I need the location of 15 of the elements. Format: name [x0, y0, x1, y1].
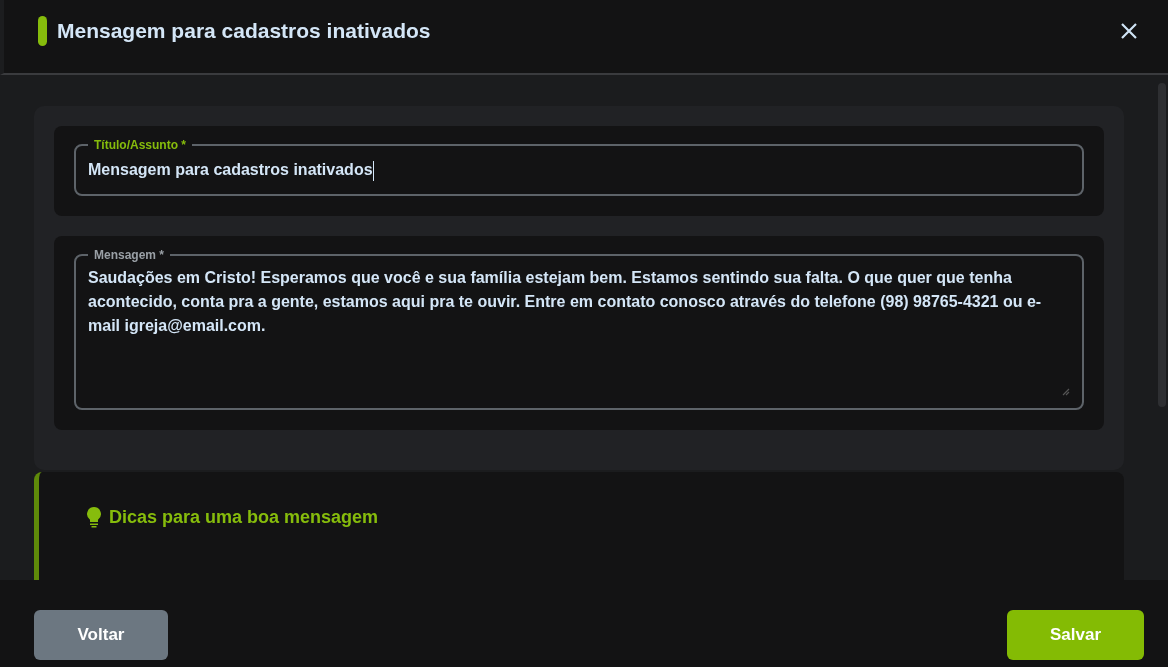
- subject-text: Mensagem para cadastros inativados: [88, 158, 1070, 182]
- dialog-title: Mensagem para cadastros inativados: [57, 18, 431, 44]
- accent-bar: [38, 16, 47, 46]
- save-button[interactable]: Salvar: [1007, 610, 1144, 660]
- subject-field[interactable]: Título/Assunto * Mensagem para cadastros inativados: [74, 138, 1084, 196]
- field-label: Mensagem *: [93, 248, 166, 262]
- lightbulb-icon: [85, 506, 103, 528]
- field-label: Título/Assunto *: [93, 138, 187, 152]
- message-text: Saudações em Cristo! Esperamos que você e sua família estejam bem. Estamos sentindo sua falta. O que quer que tenha acontecido, conta pra a gente, estamos aqui pra te ouvir. Entre em contato conosco através do telefone (98) 98765-4321 ou e-mail igreja@email.com.: [88, 268, 1043, 336]
- tips-title: Dicas para uma boa mensagem: [109, 506, 379, 528]
- close-icon: [1120, 22, 1138, 40]
- resize-grip-icon: [1060, 386, 1070, 396]
- close-button[interactable]: [1120, 22, 1138, 40]
- message-field[interactable]: [74, 248, 1084, 410]
- back-button[interactable]: Voltar: [34, 610, 168, 660]
